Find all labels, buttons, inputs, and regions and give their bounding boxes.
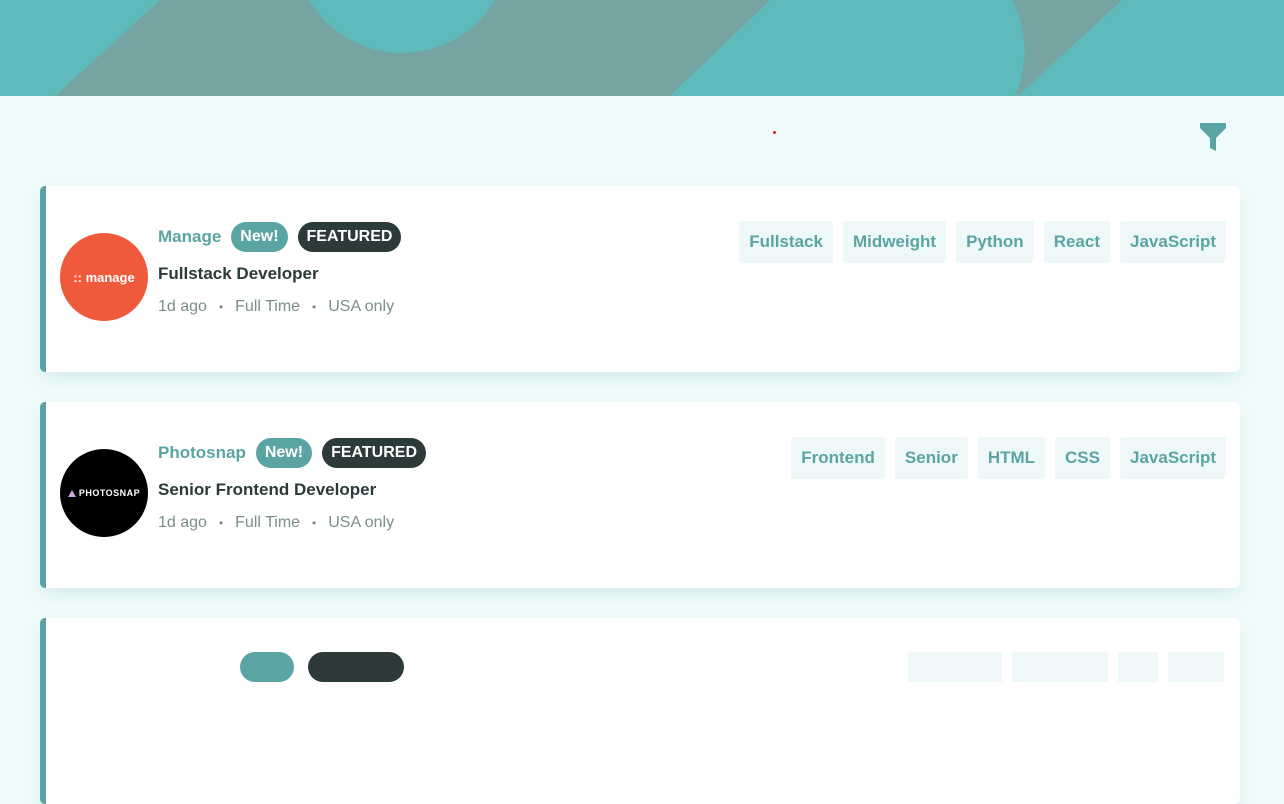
posted-at: 1d ago bbox=[158, 514, 207, 531]
job-position[interactable]: Fullstack Developer bbox=[158, 264, 401, 284]
tag-javascript[interactable]: JavaScript bbox=[1120, 221, 1226, 263]
featured-badge: FEATURED bbox=[297, 222, 402, 252]
company-name: Photosnap bbox=[158, 443, 246, 462]
tag-list: Frontend Senior HTML CSS JavaScript bbox=[791, 437, 1226, 479]
logo-text: PHOTOSNAP bbox=[78, 488, 141, 498]
tag-list: Fullstack Midweight Python React JavaScr… bbox=[739, 221, 1226, 263]
new-badge: New! bbox=[231, 222, 288, 252]
tag-fullstack[interactable]: Fullstack bbox=[739, 221, 833, 263]
new-badge: New! bbox=[255, 438, 313, 468]
tag-javascript[interactable]: JavaScript bbox=[1120, 437, 1226, 479]
tag-html[interactable]: HTML bbox=[977, 437, 1046, 479]
marker-dot bbox=[773, 131, 776, 134]
company-logo: :: manage bbox=[60, 233, 148, 321]
job-location: USA only bbox=[328, 514, 395, 531]
filter-icon bbox=[1200, 123, 1226, 151]
tag-python[interactable]: Python bbox=[956, 221, 1034, 263]
job-meta: 1d ago • Full Time • USA only bbox=[158, 514, 426, 532]
tag-react[interactable]: React bbox=[1043, 221, 1110, 263]
separator-dot: • bbox=[312, 300, 317, 314]
separator-dot: • bbox=[218, 300, 224, 314]
tag-frontend[interactable]: Frontend bbox=[791, 437, 885, 479]
featured-badge: FEATURED bbox=[322, 438, 426, 468]
company-logo: PHOTOSNAP bbox=[60, 449, 148, 537]
job-card[interactable]: PHOTOSNAP Photosnap New! FEATURED Senior… bbox=[40, 402, 1240, 588]
tag-css[interactable]: CSS bbox=[1055, 437, 1110, 479]
tag-midweight[interactable]: Midweight bbox=[842, 221, 947, 263]
posted-at: 1d ago bbox=[158, 298, 207, 315]
separator-dot: • bbox=[312, 516, 317, 530]
job-position[interactable]: Senior Frontend Developer bbox=[158, 480, 426, 500]
company-name: Manage bbox=[158, 227, 222, 246]
contract-type: Full Time bbox=[235, 298, 301, 315]
header-banner bbox=[0, 0, 1284, 96]
triangle-icon bbox=[67, 489, 76, 497]
tag-senior[interactable]: Senior bbox=[894, 437, 968, 479]
separator-dot: • bbox=[218, 516, 224, 530]
job-card[interactable]: :: manage Manage New! FEATURED Fullstack… bbox=[40, 186, 1240, 372]
logo-text: :: manage bbox=[73, 269, 135, 285]
job-card[interactable] bbox=[40, 618, 1240, 804]
filter-button[interactable] bbox=[1196, 120, 1230, 154]
header-pattern bbox=[55, 0, 1284, 96]
contract-type: Full Time bbox=[235, 514, 301, 531]
job-location: USA only bbox=[328, 298, 395, 315]
job-meta: 1d ago • Full Time • USA only bbox=[158, 298, 401, 316]
